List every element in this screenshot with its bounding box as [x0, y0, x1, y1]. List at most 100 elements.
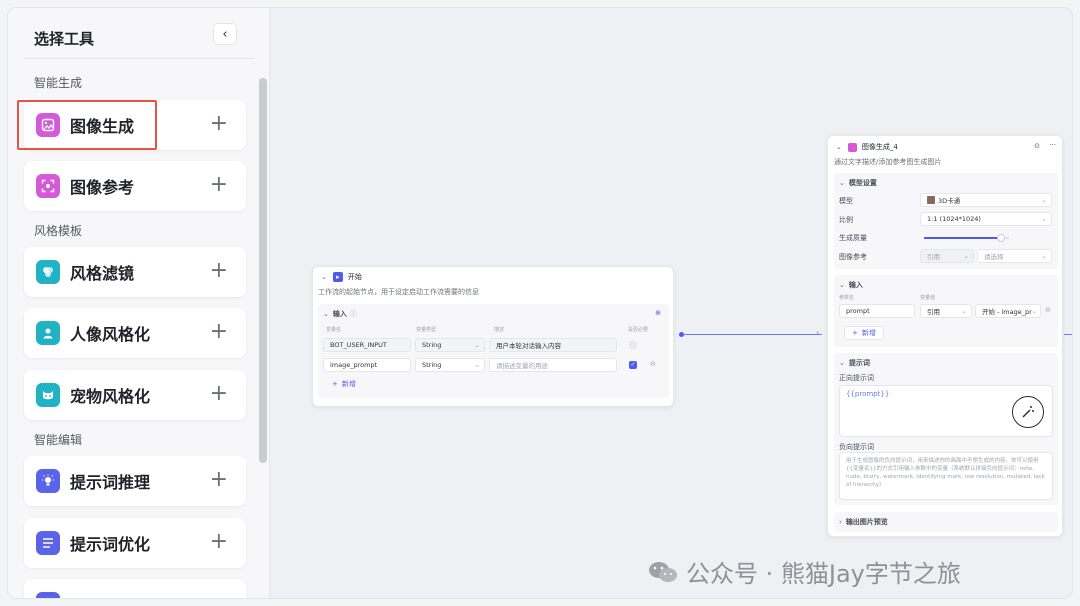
plus-icon: + — [332, 380, 338, 388]
sidebar-divider — [24, 58, 254, 59]
tool-item-partial[interactable] — [24, 579, 246, 598]
connector-line — [1064, 334, 1072, 335]
watermark: 公众号 · 熊猫Jay字节之旅 — [648, 554, 961, 589]
prompt-panel: ⌄ 提示词 正向提示词 {{prompt}} 负向提示词 用于生成图像的负向提示词… — [834, 353, 1058, 505]
remove-icon[interactable]: ⊖ — [650, 360, 656, 368]
col-header: 变量类型 — [416, 327, 437, 333]
input-panel: ⌄ 输入 ⓘ ⊕ 变量名 变量类型 描述 是否必要 BOT_USER_INPUT… — [318, 304, 669, 398]
collapse-icon[interactable]: ‹ — [213, 23, 237, 45]
param-ref-select[interactable]: 引用 ⌄ — [920, 304, 972, 318]
chevron-down-icon[interactable]: ⌄ — [323, 310, 329, 318]
chevron-down-icon: ⌄ — [1031, 307, 1037, 315]
add-icon[interactable]: + — [210, 382, 228, 406]
ref-value-select[interactable]: 请选择 ⌄ — [977, 249, 1052, 263]
param-ref-value: 引用 — [927, 308, 940, 316]
negative-prompt-input[interactable]: 用于生成图像的负向提示词，用来描述你的画面中不想生成的内容。你可以使用{{变量名… — [839, 452, 1053, 500]
more-icon[interactable]: ··· — [1049, 141, 1056, 149]
connector-line — [684, 334, 822, 335]
model-select[interactable]: 3D卡通 ⌄ — [920, 193, 1052, 207]
model-panel: ⌄ 模型设置 模型 3D卡通 ⌄ 比例 1:1 (1024*1024) ⌄ 生成质量 … — [834, 173, 1058, 269]
add-param-button[interactable]: + 新增 — [844, 326, 884, 340]
add-label: 新增 — [861, 329, 876, 337]
tool-label: 提示词推理 — [70, 473, 151, 492]
selection-highlight — [17, 100, 157, 150]
var-name-field[interactable]: image_prompt — [323, 358, 411, 372]
play-icon[interactable]: ⊙ — [1034, 142, 1040, 150]
chevron-down-icon: ⌄ — [474, 361, 480, 369]
tool-item-prompt-optimize[interactable]: 提示词优化 + — [24, 518, 246, 568]
node-title: 开始 — [347, 273, 362, 281]
tool-item-portrait-style[interactable]: 人像风格化 + — [24, 308, 246, 358]
section-title: 模型设置 — [848, 179, 877, 187]
col-header: 变量值 — [920, 295, 936, 301]
chevron-down-icon: ⌄ — [1041, 196, 1047, 204]
sidebar-scrollbar[interactable] — [259, 78, 267, 463]
tool-item-pet-style[interactable]: 宠物风格化 + — [24, 370, 246, 420]
section-title: 智能生成 — [34, 76, 83, 90]
var-type-select[interactable]: String ⌄ — [415, 358, 485, 372]
chevron-down-icon: ⌄ — [961, 307, 967, 315]
tool-item-prompt-inference[interactable]: 提示词推理 + — [24, 456, 246, 506]
chevron-down-icon: ⌄ — [1041, 252, 1047, 260]
ref-placeholder: 请选择 — [984, 253, 1004, 261]
quality-slider[interactable] — [924, 234, 1009, 242]
ref-type-select[interactable]: 引用 ⌄ — [920, 249, 974, 263]
chevron-right-icon[interactable]: › — [839, 518, 842, 526]
ratio-select[interactable]: 1:1 (1024*1024) ⌄ — [920, 212, 1052, 226]
input-panel: ⌄ 输入 参数名 变量值 prompt 引用 ⌄ 开始 - image_pr ⌄ ⊖ … — [834, 275, 1058, 347]
chevron-down-icon[interactable]: ⌄ — [836, 143, 842, 151]
tool-label: 人像风格化 — [70, 325, 151, 344]
positive-prompt-input[interactable]: {{prompt}} — [839, 385, 1053, 437]
magic-wand-icon[interactable] — [1012, 396, 1044, 428]
node-desc: 工作流的起始节点，用于设定启动工作流需要的信息 — [318, 288, 479, 296]
param-name-field[interactable]: prompt — [839, 304, 915, 318]
var-name-field[interactable]: BOT_USER_INPUT — [323, 338, 411, 352]
image-reference-icon — [36, 174, 60, 198]
preview-panel[interactable]: › 输出图片预览 — [834, 512, 1058, 532]
tool-label: 宠物风格化 — [70, 387, 151, 406]
field-label: 模型 — [839, 197, 853, 205]
image-generate-node[interactable]: ⌄ 图像生成_4 ⊙ ··· 通过文字描述/添加参考图生成图片 ⌄ 模型设置 模型… — [827, 135, 1063, 537]
param-value-select[interactable]: 开始 - image_pr ⌄ — [975, 304, 1041, 318]
add-param-icon[interactable]: ⊕ — [655, 309, 661, 317]
style-filter-icon — [36, 260, 60, 284]
workflow-canvas[interactable]: ⌄ ▸ 开始 工作流的起始节点，用于设定启动工作流需要的信息 ⌄ 输入 ⓘ ⊕ … — [271, 8, 1072, 598]
chevron-down-icon: ⌄ — [1041, 215, 1047, 223]
section-title: 风格模板 — [34, 224, 83, 238]
add-icon[interactable]: + — [210, 112, 228, 136]
add-icon[interactable]: + — [210, 320, 228, 344]
node-desc: 通过文字描述/添加参考图生成图片 — [834, 158, 942, 166]
tool-item-image-reference[interactable]: 图像参考 + — [24, 161, 246, 211]
tool-item-style-filter[interactable]: 风格滤镜 + — [24, 247, 246, 297]
chevron-down-icon[interactable]: ⌄ — [839, 359, 845, 367]
start-node[interactable]: ⌄ ▸ 开始 工作流的起始节点，用于设定启动工作流需要的信息 ⌄ 输入 ⓘ ⊕ … — [312, 266, 674, 407]
chevron-down-icon[interactable]: ⌄ — [839, 281, 845, 289]
var-type-select[interactable]: String ⌄ — [415, 338, 485, 352]
var-desc-field[interactable]: 用户本轮对话输入内容 — [489, 338, 617, 352]
field-label: 负向提示词 — [839, 443, 874, 451]
prompt-value: {{prompt}} — [846, 390, 890, 398]
add-icon[interactable]: + — [210, 173, 228, 197]
required-checkbox[interactable] — [629, 341, 637, 349]
tool-label: 风格滤镜 — [70, 264, 135, 283]
chevron-down-icon[interactable]: ⌄ — [839, 179, 845, 187]
chevron-down-icon: ⌄ — [474, 341, 480, 349]
section-title: 输入 — [848, 281, 863, 289]
required-checkbox-checked[interactable]: ✓ — [629, 361, 637, 369]
remove-icon[interactable]: ⊖ — [1045, 306, 1051, 314]
add-icon[interactable]: + — [210, 259, 228, 283]
chevron-down-icon[interactable]: ⌄ — [321, 273, 327, 281]
tool-icon — [36, 592, 60, 598]
watermark-text: 公众号 · 熊猫Jay字节之旅 — [686, 560, 961, 588]
add-variable-button[interactable]: + 新增 — [332, 379, 356, 389]
add-icon[interactable]: + — [210, 530, 228, 554]
quality-knob[interactable] — [996, 234, 1005, 242]
add-icon[interactable]: + — [210, 468, 228, 492]
var-desc-field[interactable]: 请描述变量的用途 — [489, 358, 617, 372]
model-value: 3D卡通 — [938, 197, 961, 205]
quality-fill — [924, 237, 1001, 239]
start-icon: ▸ — [332, 272, 343, 282]
tool-sidebar: 选择工具 ‹ 智能生成 图像生成 + 图像参考 + 风格模板 风格滤镜 + 人像… — [8, 8, 270, 598]
plus-icon: + — [852, 329, 858, 337]
ref-type-value: 引用 — [927, 253, 940, 261]
